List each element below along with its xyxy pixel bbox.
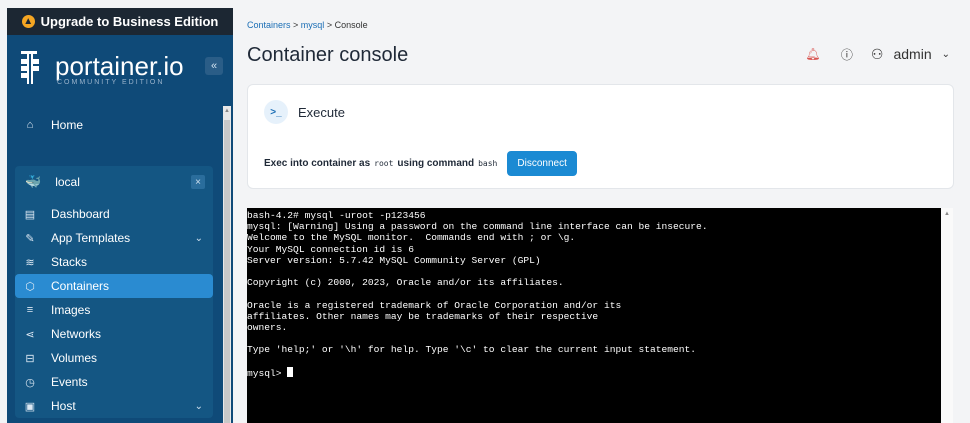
main-content: Containers > mysql > Console Container c… <box>233 8 970 423</box>
terminal-scrollbar[interactable]: ▲ <box>941 208 953 423</box>
collapse-sidebar-button[interactable]: « <box>205 57 223 75</box>
user-icon: ⚇ <box>870 45 884 62</box>
sidebar-item-networks[interactable]: ⋖ Networks <box>15 322 213 346</box>
sidebar-item-dashboard[interactable]: ▤ Dashboard <box>15 202 213 226</box>
scroll-thumb[interactable] <box>224 120 230 423</box>
execute-title: Execute <box>298 104 345 120</box>
chevron-down-icon: ⌄ <box>194 232 203 244</box>
breadcrumb-console: Console <box>334 20 368 30</box>
brand-name: portainer.io <box>55 50 184 81</box>
environment-header[interactable]: 🐳 local × <box>15 166 213 198</box>
terminal-line: Oracle is a registered trademark of Orac… <box>247 299 622 311</box>
sidebar-item-label: Events <box>51 375 88 389</box>
chevron-down-icon: ⌄ <box>194 400 203 412</box>
list-icon: ≡ <box>26 304 34 316</box>
server-icon: ▣ <box>24 400 36 413</box>
sidebar-item-label: Home <box>51 118 84 132</box>
sidebar-item-stacks[interactable]: ≋ Stacks <box>15 250 213 274</box>
upgrade-label: Upgrade to Business Edition <box>40 14 219 29</box>
brand-text: portainer.io COMMUNITY EDITION <box>55 53 184 86</box>
terminal-icon: >_ <box>264 100 288 124</box>
terminal-line: affiliates. Other names may be trademark… <box>247 310 599 322</box>
sidebar-item-label: Dashboard <box>51 207 110 221</box>
sidebar-item-label: Containers <box>51 279 110 293</box>
portainer-logo-icon <box>21 51 39 84</box>
arrow-up-icon: ▲ <box>21 15 35 28</box>
sidebar-item-host[interactable]: ▣ Host ⌄ <box>15 394 213 418</box>
terminal-line: Server version: 5.7.42 MySQL Community S… <box>247 254 541 266</box>
execute-card: >_ Execute Exec into container as root u… <box>247 84 954 189</box>
terminal[interactable]: bash-4.2# mysql -uroot -p123456 mysql: [… <box>247 208 941 423</box>
sidebar-item-label: Networks <box>51 327 102 341</box>
scroll-up-icon[interactable]: ▲ <box>944 211 950 217</box>
database-icon: ⊟ <box>25 352 35 365</box>
terminal-line: Copyright (c) 2000, 2023, Oracle and/or … <box>247 277 564 289</box>
edit-icon: ✎ <box>25 232 35 245</box>
chevron-down-icon: ⌄ <box>941 48 950 60</box>
exec-command: bash <box>478 159 498 168</box>
stack-icon: ≋ <box>25 256 35 269</box>
docker-icon: 🐳 <box>25 174 42 189</box>
clock-icon: ◷ <box>25 376 35 389</box>
sidebar-item-home[interactable]: ⌂ Home <box>15 113 213 137</box>
exec-middle: using command <box>397 158 475 169</box>
sidebar: ▲ Upgrade to Business Edition portainer.… <box>7 8 233 423</box>
username: admin <box>893 46 932 62</box>
brand[interactable]: portainer.io COMMUNITY EDITION « <box>7 35 233 103</box>
environment-name: local <box>55 175 80 189</box>
scroll-up-icon[interactable]: ▲ <box>223 108 231 116</box>
sidebar-item-events[interactable]: ◷ Events <box>15 370 213 394</box>
breadcrumb-separator: > <box>290 20 301 30</box>
terminal-line: bash-4.2# mysql -uroot -p123456 <box>247 210 426 221</box>
sidebar-item-label: Images <box>51 303 91 317</box>
terminal-line: Welcome to the MySQL monitor. Commands e… <box>247 232 576 244</box>
terminal-prompt-line[interactable]: mysql> <box>247 366 941 379</box>
upgrade-banner[interactable]: ▲ Upgrade to Business Edition <box>7 8 233 35</box>
sidebar-item-label: Host <box>51 399 76 413</box>
breadcrumb-separator: > <box>324 20 335 30</box>
help-icon[interactable]: ⓘ <box>837 44 857 64</box>
terminal-line: mysql: [Warning] Using a password on the… <box>247 221 708 233</box>
sidebar-item-app-templates[interactable]: ✎ App Templates ⌄ <box>15 226 213 250</box>
execute-card-header: >_ Execute <box>264 100 345 124</box>
share-icon: ⋖ <box>25 328 35 341</box>
sidebar-item-label: Volumes <box>51 351 98 365</box>
terminal-line: owners. <box>247 321 288 333</box>
terminal-line: Type 'help;' or '\h' for help. Type '\c'… <box>247 344 697 356</box>
home-icon: ⌂ <box>26 119 34 131</box>
disconnect-button[interactable]: Disconnect <box>507 151 577 176</box>
breadcrumb-mysql[interactable]: mysql <box>301 20 325 30</box>
sidebar-item-containers[interactable]: ⬡ Containers <box>15 274 213 298</box>
terminal-line: Your MySQL connection id is 6 <box>247 243 414 255</box>
notification-bell-icon[interactable]: 🔔︎ <box>803 44 823 64</box>
terminal-cursor <box>287 366 294 377</box>
sidebar-nav: ⌂ Home 🐳 local × ▤ Dashboard ✎ App Templ… <box>7 103 221 423</box>
close-environment-button[interactable]: × <box>191 175 205 189</box>
terminal-prompt: mysql> <box>247 367 288 379</box>
box-icon: ⬡ <box>25 280 35 293</box>
sidebar-scrollbar[interactable]: ▲ <box>223 106 231 423</box>
breadcrumb-containers[interactable]: Containers <box>247 20 291 30</box>
exec-info: Exec into container as root using comman… <box>264 151 577 176</box>
breadcrumb: Containers > mysql > Console <box>247 20 368 30</box>
exec-prefix: Exec into container as <box>264 158 371 169</box>
sidebar-item-label: App Templates <box>51 231 131 245</box>
exec-user: root <box>374 159 394 168</box>
dashboard-icon: ▤ <box>24 208 36 221</box>
sidebar-item-images[interactable]: ≡ Images <box>15 298 213 322</box>
sidebar-item-volumes[interactable]: ⊟ Volumes <box>15 346 213 370</box>
sidebar-item-label: Stacks <box>51 255 88 269</box>
page-title: Container console <box>247 44 409 66</box>
user-menu[interactable]: ⚇ admin ⌄ <box>871 46 950 63</box>
header-actions: 🔔︎ ⓘ ⚇ admin ⌄ <box>803 44 950 64</box>
